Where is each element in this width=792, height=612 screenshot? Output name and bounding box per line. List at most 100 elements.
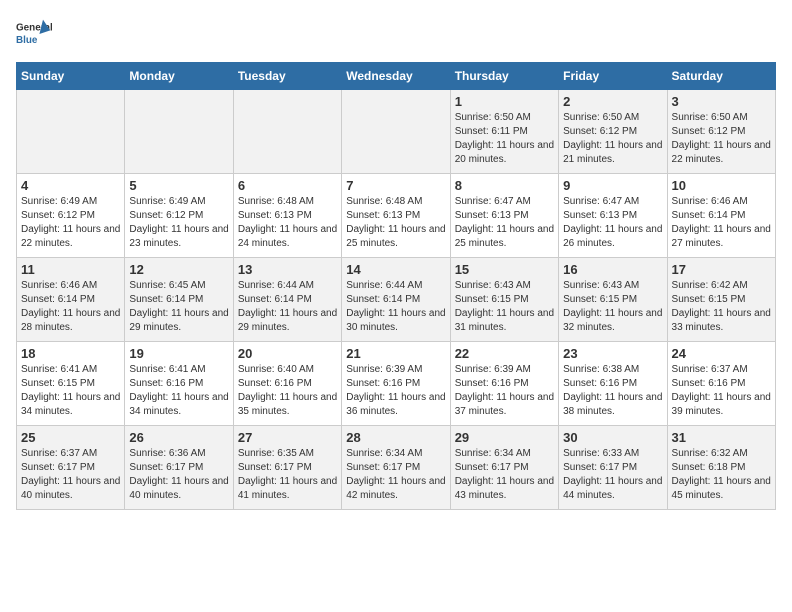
day-info: Sunrise: 6:47 AMSunset: 6:13 PMDaylight:…	[455, 195, 554, 251]
day-cell: 12 Sunrise: 6:45 AMSunset: 6:14 PMDayligh…	[125, 258, 233, 342]
day-cell: 16Sunrise: 6:43 AMSunset: 6:15 PMDayligh…	[559, 258, 667, 342]
day-cell: 27 Sunrise: 6:35 AMSunset: 6:17 PMDayligh…	[233, 426, 341, 510]
day-info: Sunrise: 6:50 AMSunset: 6:11 PMDaylight:…	[455, 111, 554, 167]
day-cell	[342, 90, 450, 174]
day-number: 23	[563, 346, 662, 361]
day-number: 18	[21, 346, 120, 361]
logo: GeneralBlue	[16, 16, 52, 52]
day-number: 15	[455, 262, 554, 277]
day-info: Sunrise: 6:44 AMSunset: 6:14 PMDaylight:…	[346, 279, 445, 335]
week-row-1: 1 Sunrise: 6:50 AMSunset: 6:11 PMDaylight…	[17, 90, 776, 174]
day-info: Sunrise: 6:40 AMSunset: 6:16 PMDaylight:…	[238, 363, 337, 419]
day-info: Sunrise: 6:50 AMSunset: 6:12 PMDaylight:…	[672, 111, 771, 167]
day-info: Sunrise: 6:33 AMSunset: 6:17 PMDaylight:…	[563, 447, 662, 503]
day-cell: 2 Sunrise: 6:50 AMSunset: 6:12 PMDaylight…	[559, 90, 667, 174]
day-number: 7	[346, 178, 445, 193]
day-number: 12	[129, 262, 228, 277]
day-info: Sunrise: 6:34 AMSunset: 6:17 PMDaylight:…	[346, 447, 445, 503]
day-number: 3	[672, 94, 771, 109]
day-number: 16	[563, 262, 662, 277]
col-header-friday: Friday	[559, 63, 667, 90]
week-row-3: 11 Sunrise: 6:46 AMSunset: 6:14 PMDayligh…	[17, 258, 776, 342]
col-header-tuesday: Tuesday	[233, 63, 341, 90]
day-info: Sunrise: 6:47 AMSunset: 6:13 PMDaylight:…	[563, 195, 662, 251]
day-cell: 7 Sunrise: 6:48 AMSunset: 6:13 PMDaylight…	[342, 174, 450, 258]
day-info: Sunrise: 6:37 AMSunset: 6:17 PMDaylight:…	[21, 447, 120, 503]
day-cell	[233, 90, 341, 174]
day-info: Sunrise: 6:37 AMSunset: 6:16 PMDaylight:…	[672, 363, 771, 419]
day-info: Sunrise: 6:41 AMSunset: 6:15 PMDaylight:…	[21, 363, 120, 419]
week-row-5: 25 Sunrise: 6:37 AMSunset: 6:17 PMDayligh…	[17, 426, 776, 510]
day-info: Sunrise: 6:46 AMSunset: 6:14 PMDaylight:…	[672, 195, 771, 251]
col-header-saturday: Saturday	[667, 63, 775, 90]
day-number: 1	[455, 94, 554, 109]
day-cell: 23 Sunrise: 6:38 AMSunset: 6:16 PMDayligh…	[559, 342, 667, 426]
day-number: 10	[672, 178, 771, 193]
day-number: 29	[455, 430, 554, 445]
day-number: 26	[129, 430, 228, 445]
day-number: 14	[346, 262, 445, 277]
day-number: 27	[238, 430, 337, 445]
day-number: 21	[346, 346, 445, 361]
day-number: 5	[129, 178, 228, 193]
day-cell: 15 Sunrise: 6:43 AMSunset: 6:15 PMDayligh…	[450, 258, 558, 342]
day-cell: 22 Sunrise: 6:39 AMSunset: 6:16 PMDayligh…	[450, 342, 558, 426]
day-cell: 21 Sunrise: 6:39 AMSunset: 6:16 PMDayligh…	[342, 342, 450, 426]
col-header-sunday: Sunday	[17, 63, 125, 90]
day-number: 11	[21, 262, 120, 277]
day-cell: 3 Sunrise: 6:50 AMSunset: 6:12 PMDaylight…	[667, 90, 775, 174]
day-number: 25	[21, 430, 120, 445]
day-number: 28	[346, 430, 445, 445]
header: GeneralBlue	[16, 16, 776, 52]
header-row: SundayMondayTuesdayWednesdayThursdayFrid…	[17, 63, 776, 90]
day-cell: 26 Sunrise: 6:36 AMSunset: 6:17 PMDayligh…	[125, 426, 233, 510]
day-info: Sunrise: 6:42 AMSunset: 6:15 PMDaylight:…	[672, 279, 771, 335]
day-number: 9	[563, 178, 662, 193]
logo-icon: GeneralBlue	[16, 16, 52, 52]
day-cell: 18 Sunrise: 6:41 AMSunset: 6:15 PMDayligh…	[17, 342, 125, 426]
day-cell: 11 Sunrise: 6:46 AMSunset: 6:14 PMDayligh…	[17, 258, 125, 342]
day-info: Sunrise: 6:38 AMSunset: 6:16 PMDaylight:…	[563, 363, 662, 419]
day-info: Sunrise: 6:32 AMSunset: 6:18 PMDaylight:…	[672, 447, 771, 503]
day-number: 20	[238, 346, 337, 361]
day-number: 17	[672, 262, 771, 277]
day-number: 22	[455, 346, 554, 361]
day-info: Sunrise: 6:49 AMSunset: 6:12 PMDaylight:…	[129, 195, 228, 251]
day-info: Sunrise: 6:46 AMSunset: 6:14 PMDaylight:…	[21, 279, 120, 335]
day-info: Sunrise: 6:35 AMSunset: 6:17 PMDaylight:…	[238, 447, 337, 503]
day-number: 24	[672, 346, 771, 361]
day-cell: 5 Sunrise: 6:49 AMSunset: 6:12 PMDaylight…	[125, 174, 233, 258]
day-cell: 25 Sunrise: 6:37 AMSunset: 6:17 PMDayligh…	[17, 426, 125, 510]
day-cell: 20 Sunrise: 6:40 AMSunset: 6:16 PMDayligh…	[233, 342, 341, 426]
day-info: Sunrise: 6:43 AMSunset: 6:15 PMDaylight:…	[455, 279, 554, 335]
day-cell: 1 Sunrise: 6:50 AMSunset: 6:11 PMDaylight…	[450, 90, 558, 174]
day-info: Sunrise: 6:45 AMSunset: 6:14 PMDaylight:…	[129, 279, 228, 335]
day-info: Sunrise: 6:48 AMSunset: 6:13 PMDaylight:…	[346, 195, 445, 251]
calendar-table: SundayMondayTuesdayWednesdayThursdayFrid…	[16, 62, 776, 510]
day-cell: 13 Sunrise: 6:44 AMSunset: 6:14 PMDayligh…	[233, 258, 341, 342]
day-cell: 29 Sunrise: 6:34 AMSunset: 6:17 PMDayligh…	[450, 426, 558, 510]
day-cell: 10 Sunrise: 6:46 AMSunset: 6:14 PMDayligh…	[667, 174, 775, 258]
col-header-thursday: Thursday	[450, 63, 558, 90]
day-info: Sunrise: 6:39 AMSunset: 6:16 PMDaylight:…	[346, 363, 445, 419]
day-number: 31	[672, 430, 771, 445]
day-info: Sunrise: 6:34 AMSunset: 6:17 PMDaylight:…	[455, 447, 554, 503]
day-info: Sunrise: 6:44 AMSunset: 6:14 PMDaylight:…	[238, 279, 337, 335]
day-info: Sunrise: 6:50 AMSunset: 6:12 PMDaylight:…	[563, 111, 662, 167]
week-row-2: 4Sunrise: 6:49 AMSunset: 6:12 PMDaylight…	[17, 174, 776, 258]
day-cell	[17, 90, 125, 174]
day-cell: 14 Sunrise: 6:44 AMSunset: 6:14 PMDayligh…	[342, 258, 450, 342]
day-cell: 19Sunrise: 6:41 AMSunset: 6:16 PMDayligh…	[125, 342, 233, 426]
day-cell: 31 Sunrise: 6:32 AMSunset: 6:18 PMDayligh…	[667, 426, 775, 510]
day-cell: 17 Sunrise: 6:42 AMSunset: 6:15 PMDayligh…	[667, 258, 775, 342]
week-row-4: 18 Sunrise: 6:41 AMSunset: 6:15 PMDayligh…	[17, 342, 776, 426]
day-cell: 8Sunrise: 6:47 AMSunset: 6:13 PMDaylight…	[450, 174, 558, 258]
day-number: 19	[129, 346, 228, 361]
col-header-monday: Monday	[125, 63, 233, 90]
day-info: Sunrise: 6:39 AMSunset: 6:16 PMDaylight:…	[455, 363, 554, 419]
day-info: Sunrise: 6:36 AMSunset: 6:17 PMDaylight:…	[129, 447, 228, 503]
day-number: 6	[238, 178, 337, 193]
day-number: 2	[563, 94, 662, 109]
svg-text:Blue: Blue	[16, 35, 38, 46]
day-number: 13	[238, 262, 337, 277]
